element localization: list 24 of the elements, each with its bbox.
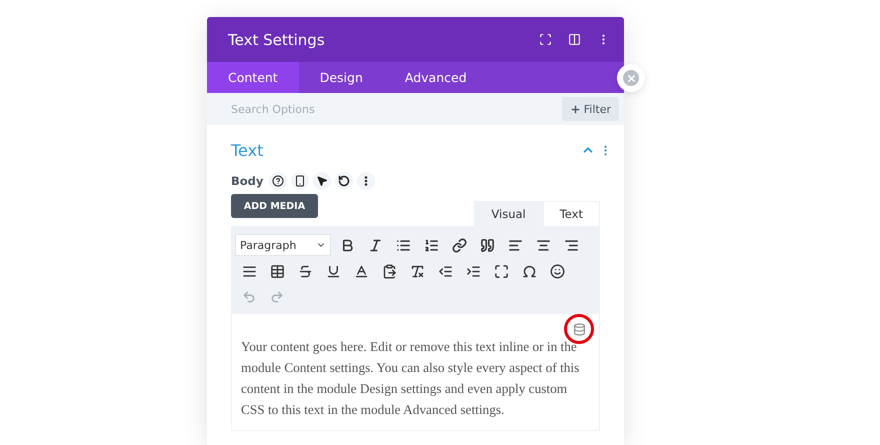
section-title: Text [231,140,264,160]
close-icon [626,72,636,84]
reset-icon[interactable] [335,172,354,190]
tab[interactable]: Advanced [384,62,488,93]
tab[interactable]: Content [207,62,299,93]
field-label: Body [231,174,264,188]
editor-tab[interactable]: Text [542,201,600,226]
search-field[interactable]: Search Options Filter [207,93,624,125]
editor-content[interactable] [231,314,600,431]
focus-icon[interactable] [539,33,552,46]
plus-icon [570,104,581,114]
cursor-icon[interactable] [313,172,332,190]
format-select[interactable]: Paragraph [235,234,331,256]
more-icon[interactable] [357,172,376,190]
phone-icon[interactable] [291,172,310,190]
split-view-icon[interactable] [568,33,581,46]
window-title: Text Settings [228,30,326,48]
close-button[interactable] [617,64,645,92]
tab[interactable]: Design [298,62,384,93]
editor-tab[interactable]: Visual [474,201,543,226]
filter-button[interactable]: Filter [562,97,619,121]
help-icon[interactable] [269,172,288,190]
add-media-button[interactable]: ADD MEDIA [231,194,318,218]
body-text: Your content goes here. Edit or remove this text inline or in the module Content settings. You can also style every aspect of this content in the module Design settings and even apply custom CSS to this text in the module Advanced settings. [241,338,580,419]
